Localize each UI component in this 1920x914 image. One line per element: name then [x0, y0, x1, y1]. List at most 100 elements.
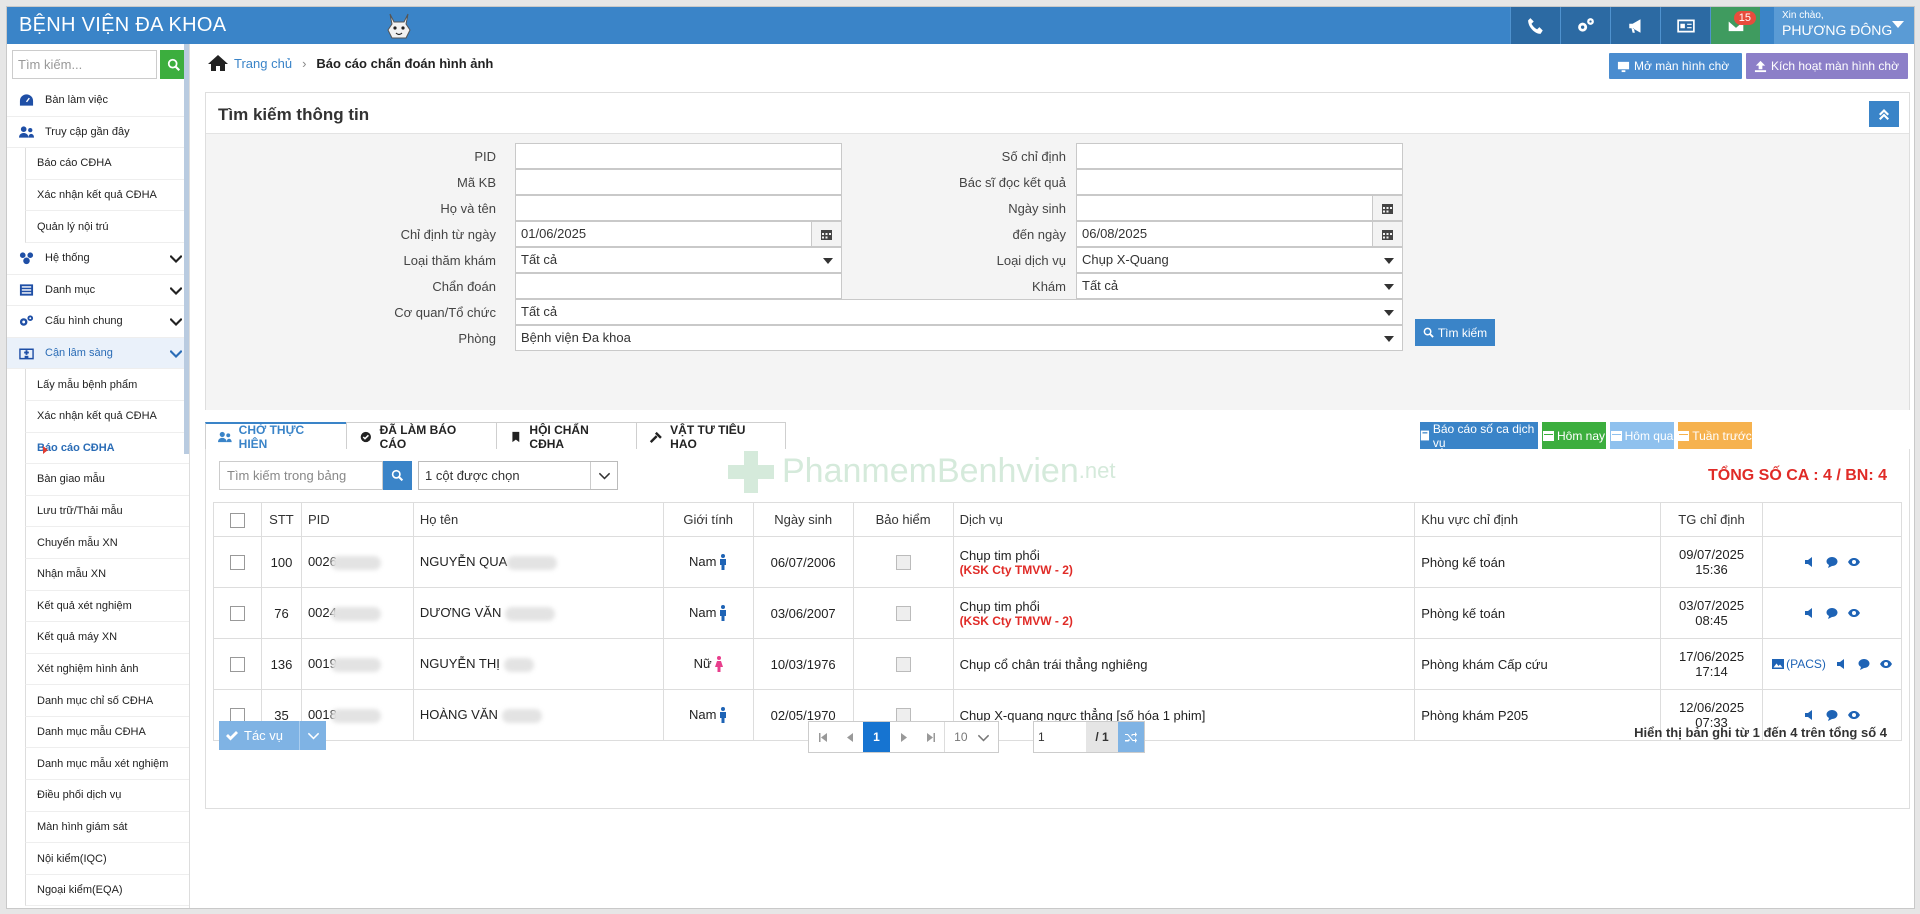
sidebar-item-cau-hinh-chung[interactable]: Cấu hình chung [7, 306, 189, 338]
eye-icon[interactable] [1848, 709, 1860, 721]
sidebar-item-can-lam-sang[interactable]: Cận lâm sàng [7, 337, 189, 370]
eye-icon[interactable] [1879, 658, 1892, 670]
calendar-icon[interactable] [811, 222, 841, 246]
bac-si-input[interactable] [1076, 169, 1403, 195]
speaker-icon[interactable] [1804, 709, 1816, 721]
sidebar-item-nhan-mau-xn[interactable]: Nhận mẫu XN [25, 558, 189, 591]
table-row[interactable]: 76 0024 DƯƠNG VĂN Nam 03/06/2007 Chụp ti… [213, 587, 1902, 639]
table-search-input[interactable]: Tìm kiếm trong bảng [219, 461, 383, 490]
sidebar-search-input[interactable]: Tìm kiếm... [12, 50, 157, 79]
ma-kb-input[interactable] [515, 169, 842, 195]
sidebar-item-lay-mau-benh-pham[interactable]: Lấy mẫu bệnh phẩm [25, 369, 189, 401]
next-page-button[interactable] [890, 722, 917, 752]
row-checkbox[interactable] [229, 555, 245, 571]
sidebar-item-ket-qua-xet-nghiem[interactable]: Kết quả xét nghiệm [25, 590, 189, 623]
row-checkbox[interactable] [229, 657, 245, 673]
id-card-button[interactable] [1660, 7, 1710, 44]
collapse-panel-button[interactable] [1869, 101, 1899, 127]
sidebar-item-man-hinh-giam-sat[interactable]: Màn hình giám sát [25, 811, 189, 844]
col-ngay-sinh[interactable]: Ngày sinh [752, 502, 854, 537]
calendar-icon[interactable] [1372, 196, 1402, 220]
den-ngay-input[interactable]: 06/08/2025 [1076, 221, 1403, 247]
co-quan-select[interactable]: Tất cả [515, 299, 1403, 325]
sidebar-item-danh-muc-mau-xet-nghiem[interactable]: Danh mục mẫu xét nghiệm [25, 748, 189, 781]
sidebar-item-xac-nhan-ket-qua-cdha[interactable]: Xác nhận kết quả CĐHA [25, 400, 189, 433]
search-button[interactable]: Tìm kiếm [1415, 319, 1495, 346]
sidebar-item-xac-nhan-recent[interactable]: Xác nhận kết quả CĐHA [25, 179, 189, 212]
announcement-button[interactable] [1610, 7, 1660, 44]
tab-hoi-chan-cdha[interactable]: HỘI CHẨN CĐHA [495, 422, 638, 451]
activate-wait-screen-button[interactable]: Kích hoạt màn hình chờ [1746, 53, 1908, 79]
pid-input[interactable] [515, 143, 842, 169]
speaker-icon[interactable] [1836, 658, 1848, 670]
table-row[interactable]: 136 0019 NGUYỄN THỊ Nữ 10/03/1976 Chụp c… [213, 638, 1902, 690]
phong-select[interactable]: Bệnh viện Đa khoa [515, 325, 1403, 351]
sidebar-item-luu-tru-thai-mau[interactable]: Lưu trữ/Thải mẫu [25, 495, 189, 528]
speaker-icon[interactable] [1804, 556, 1816, 568]
col-ho-ten[interactable]: Họ tên [412, 502, 664, 537]
pacs-link[interactable]: (PACS) [1772, 657, 1826, 671]
speaker-icon[interactable] [1804, 607, 1816, 619]
comment-icon[interactable] [1826, 709, 1838, 721]
sidebar-item-quan-ly-noi-tru[interactable]: Quản lý nội trú [25, 211, 189, 243]
row-checkbox[interactable] [229, 606, 245, 622]
sidebar-item-ban-lam-viec[interactable]: Bàn làm việc [7, 85, 189, 117]
comment-icon[interactable] [1858, 658, 1870, 670]
comment-icon[interactable] [1826, 607, 1838, 619]
page-size-select[interactable]: 10 [944, 722, 998, 752]
tab-da-lam-bao-cao[interactable]: ĐÃ LÀM BÁO CÁO [345, 422, 497, 451]
table-row[interactable]: 100 0026 NGUYỄN QUA Nam 06/07/2006 Chụp … [213, 536, 1902, 588]
eye-icon[interactable] [1848, 556, 1860, 568]
sidebar-item-chuyen-mau-xn[interactable]: Chuyển mẫu XN [25, 527, 189, 559]
sidebar-item-ket-qua-may-xn[interactable]: Kết quả máy XN [25, 622, 189, 654]
chan-doan-input[interactable] [515, 273, 842, 299]
yesterday-button[interactable]: Hôm qua [1610, 422, 1674, 449]
sidebar-item-danh-muc[interactable]: Danh mục [7, 275, 189, 307]
tab-vat-tu-tieu-hao[interactable]: VẬT TƯ TIÊU HAO [636, 422, 786, 451]
sidebar-scrollbar[interactable] [184, 44, 189, 454]
sidebar-item-ngoai-kiem-eqa[interactable]: Ngoại kiểm(EQA) [25, 874, 189, 907]
first-page-button[interactable] [809, 722, 836, 752]
tab-cho-thuc-hien[interactable]: CHỜ THỰC HIỆN [205, 422, 347, 451]
sidebar-item-danh-muc-mau-cdha[interactable]: Danh mục mẫu CĐHA [25, 716, 189, 749]
col-khu-vuc[interactable]: Khu vực chỉ định [1414, 502, 1662, 537]
sidebar-item-noi-kiem-iqc[interactable]: Nội kiểm(IQC) [25, 843, 189, 875]
loai-tham-kham-select[interactable]: Tất cả [515, 247, 842, 273]
eye-icon[interactable] [1848, 607, 1860, 619]
prev-page-button[interactable] [836, 722, 863, 752]
sidebar-item-bao-cao-cdha[interactable]: Báo cáo CĐHA [25, 432, 189, 465]
loai-dich-vu-select[interactable]: Chụp X-Quang [1076, 247, 1403, 273]
sidebar-item-truy-cap-gan-day[interactable]: Truy cập gần đây [7, 117, 189, 149]
sidebar-search-button[interactable] [160, 50, 187, 79]
so-chi-dinh-input[interactable] [1076, 143, 1403, 169]
phone-button[interactable] [1510, 7, 1560, 44]
col-tg-chi-dinh[interactable]: TG chỉ định [1660, 502, 1764, 537]
breadcrumb-home-link[interactable]: Trang chủ [234, 56, 292, 71]
chi-dinh-tu-ngay-input[interactable]: 01/06/2025 [515, 221, 842, 247]
column-chooser-select[interactable]: 1 cột được chọn [418, 461, 618, 490]
col-bao-hiem[interactable]: Bảo hiểm [852, 502, 954, 537]
calendar-icon[interactable] [1372, 222, 1402, 246]
goto-page-button[interactable] [1118, 722, 1144, 752]
select-all-checkbox[interactable] [229, 512, 245, 528]
ngay-sinh-input[interactable] [1076, 195, 1403, 221]
open-wait-screen-button[interactable]: Mở màn hình chờ [1609, 53, 1742, 79]
table-search-button[interactable] [383, 461, 412, 490]
user-menu[interactable]: Xin chào, PHƯƠNG ĐÔNG [1774, 7, 1914, 44]
comment-icon[interactable] [1826, 556, 1838, 568]
sidebar-item-he-thong[interactable]: Hệ thống [7, 243, 189, 275]
sidebar-item-xet-nghiem-hinh-anh[interactable]: Xét nghiệm hình ảnh [25, 653, 189, 686]
last-page-button[interactable] [917, 722, 944, 752]
col-gioi-tinh[interactable]: Giới tính [662, 502, 754, 537]
sidebar-item-dieu-phoi-dich-vu[interactable]: Điều phối dịch vụ [25, 780, 189, 812]
mail-button[interactable]: 15 [1710, 7, 1760, 44]
today-button[interactable]: Hôm nay [1542, 422, 1606, 449]
col-stt[interactable]: STT [260, 502, 302, 537]
sidebar-item-bao-cao-cdha-recent[interactable]: Báo cáo CĐHA [25, 148, 189, 180]
report-service-count-button[interactable]: Báo cáo số ca dịch vụ [1420, 422, 1538, 450]
col-dich-vu[interactable]: Dịch vụ [952, 502, 1416, 537]
kham-select[interactable]: Tất cả [1076, 273, 1403, 299]
sidebar-item-ban-giao-mau[interactable]: Bàn giao mẫu [25, 464, 189, 496]
goto-page-input[interactable]: 1 [1034, 722, 1086, 752]
settings-button[interactable] [1560, 7, 1610, 44]
